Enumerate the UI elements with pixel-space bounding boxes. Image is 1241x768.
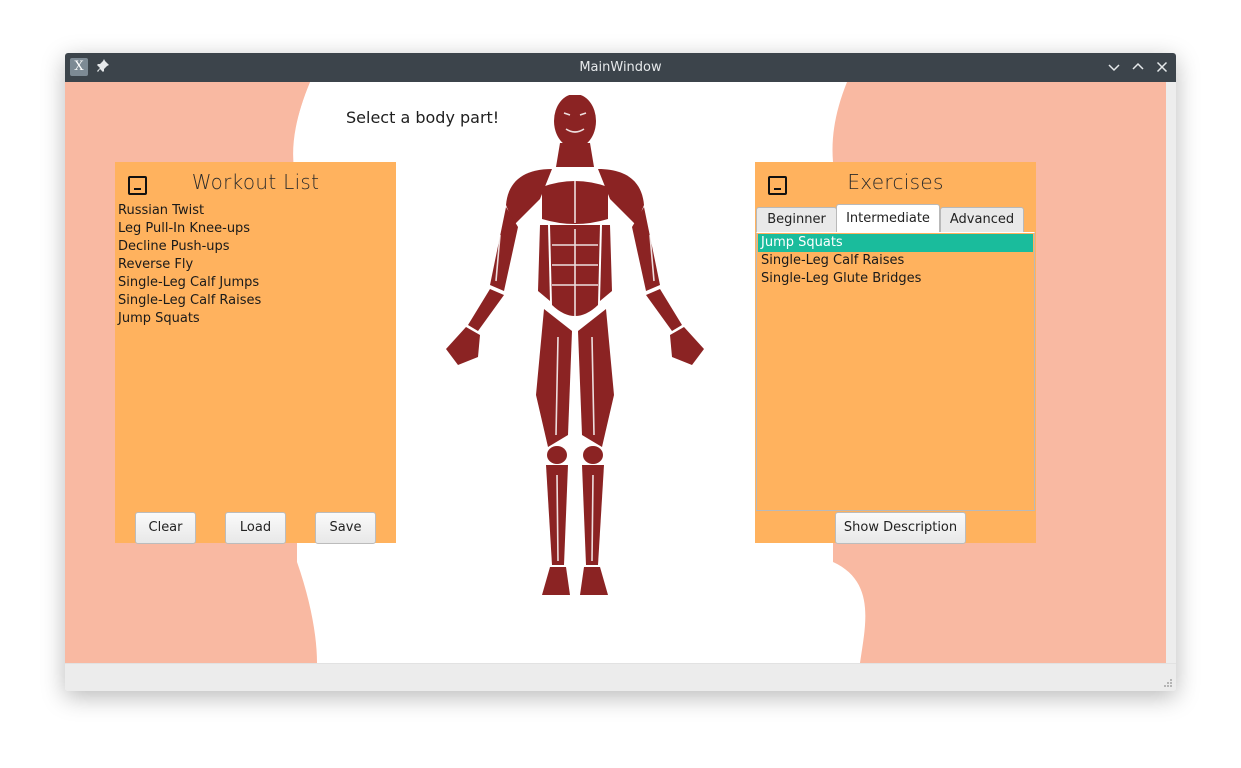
clear-button[interactable]: Clear (135, 512, 196, 544)
save-button[interactable]: Save (315, 512, 376, 544)
list-item[interactable]: Single-Leg Calf Raises (115, 292, 396, 310)
body-part-head (554, 95, 596, 148)
body-part-right-thigh (578, 309, 614, 447)
body-part-left-forearm (468, 289, 504, 331)
list-item[interactable]: Jump Squats (115, 310, 396, 328)
central-widget: Select a body part! Workout List Russian… (65, 82, 1166, 663)
exercises-panel: Exercises Beginner Intermediate Advanced… (755, 162, 1036, 544)
close-icon[interactable] (1154, 59, 1170, 75)
list-item[interactable]: Decline Push-ups (115, 238, 396, 256)
workout-list[interactable]: Russian Twist Leg Pull-In Knee-ups Decli… (115, 202, 396, 328)
tab-advanced[interactable]: Advanced (940, 207, 1024, 233)
body-part-right-oblique (600, 225, 612, 301)
main-window: X MainWindow Select a body part! Workout… (65, 53, 1176, 691)
exercise-list[interactable]: Jump Squats Single-Leg Calf Raises Singl… (758, 234, 1033, 288)
difficulty-tabs: Beginner Intermediate Advanced (755, 204, 1036, 233)
exercises-title: Exercises (847, 170, 944, 194)
show-description-button[interactable]: Show Description (835, 512, 966, 544)
workout-list-panel: Workout List Russian Twist Leg Pull-In K… (115, 162, 396, 544)
exercise-list-pane: Jump Squats Single-Leg Calf Raises Singl… (756, 232, 1035, 511)
workout-list-title: Workout List (191, 170, 320, 194)
body-part-left-hand (446, 327, 480, 365)
chevron-down-icon[interactable] (1106, 59, 1122, 75)
window-edge (1166, 82, 1176, 663)
body-part-right-forearm (646, 289, 682, 331)
body-part-right-hand (670, 327, 704, 365)
body-part-neck (556, 143, 594, 167)
body-figure[interactable] (444, 95, 706, 600)
list-item[interactable]: Single-Leg Calf Jumps (115, 274, 396, 292)
body-part-left-thigh (536, 309, 572, 447)
body-part-left-knee (547, 446, 567, 464)
chevron-up-icon[interactable] (1130, 59, 1146, 75)
status-bar (65, 663, 1176, 691)
body-part-left-foot (542, 567, 570, 595)
window-title: MainWindow (579, 60, 662, 75)
list-item[interactable]: Leg Pull-In Knee-ups (115, 220, 396, 238)
body-part-right-foot (580, 567, 608, 595)
body-part-right-knee (583, 446, 603, 464)
tab-beginner[interactable]: Beginner (756, 207, 837, 233)
list-item[interactable]: Jump Squats (758, 234, 1033, 252)
body-part-left-oblique (538, 225, 550, 301)
tab-intermediate[interactable]: Intermediate (836, 204, 940, 233)
title-bar: X MainWindow (65, 53, 1176, 82)
list-item[interactable]: Reverse Fly (115, 256, 396, 274)
list-item[interactable]: Single-Leg Calf Raises (758, 252, 1033, 270)
list-item[interactable]: Russian Twist (115, 202, 396, 220)
load-button[interactable]: Load (225, 512, 286, 544)
resize-grip-icon[interactable] (1164, 679, 1172, 687)
list-item[interactable]: Single-Leg Glute Bridges (758, 270, 1033, 288)
